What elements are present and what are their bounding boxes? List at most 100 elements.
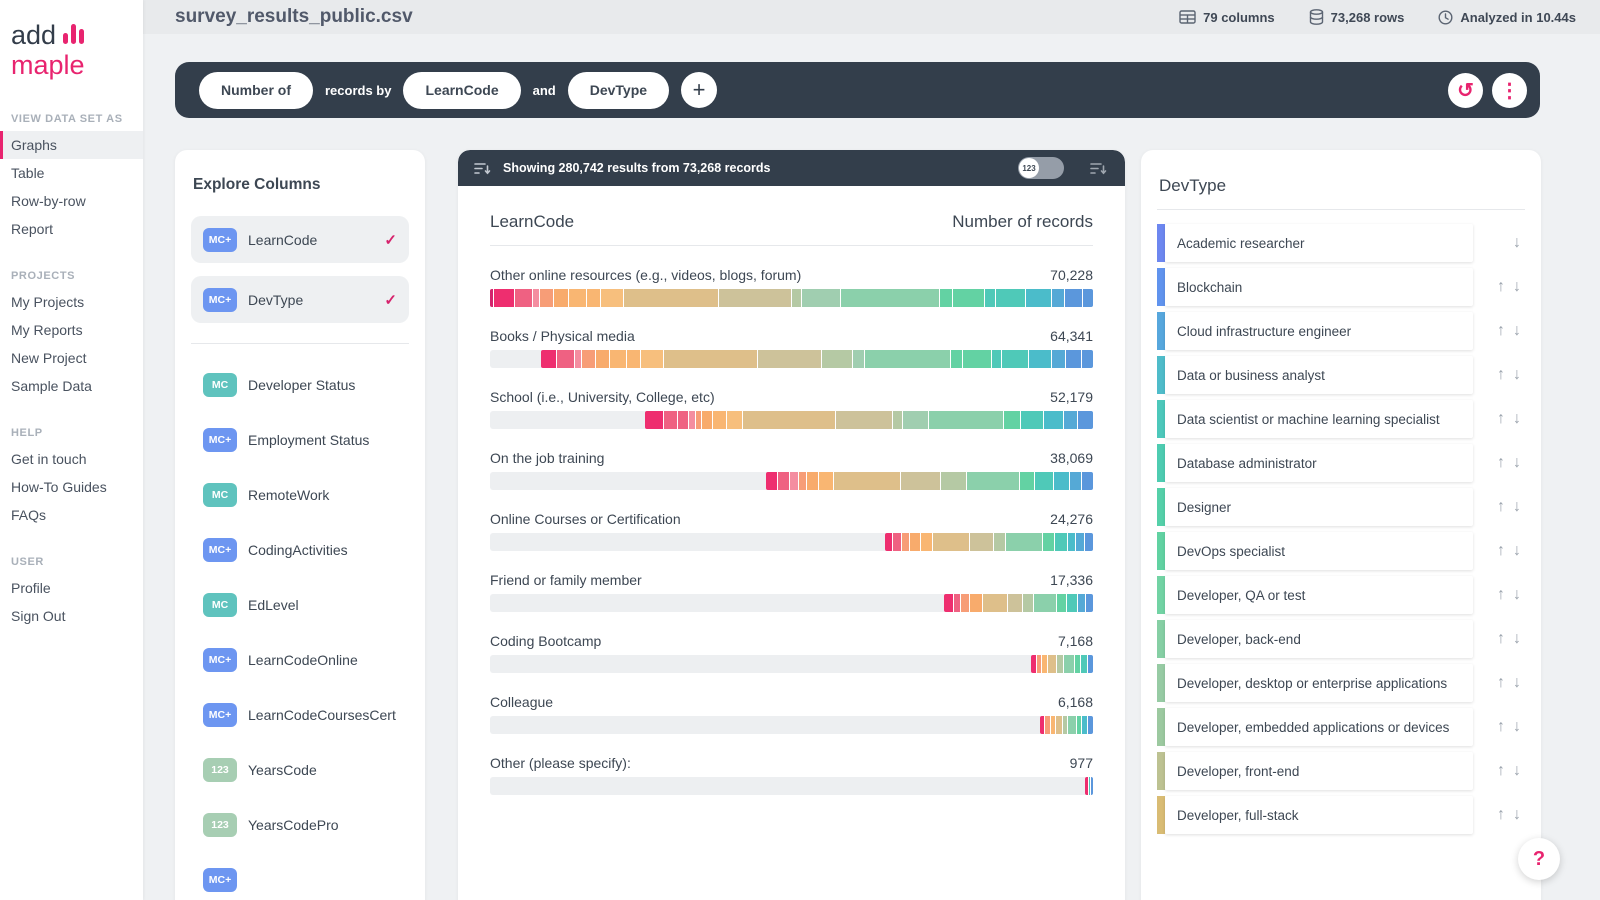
bar-segment[interactable] (799, 472, 806, 490)
move-down-icon[interactable]: ↓ (1513, 806, 1521, 824)
devtype-label-card[interactable]: Developer, embedded applications or devi… (1165, 708, 1473, 746)
bar-segment[interactable] (1006, 533, 1042, 551)
move-down-icon[interactable]: ↓ (1513, 322, 1521, 340)
bar-segment[interactable] (970, 533, 993, 551)
bar-segment[interactable] (1081, 655, 1087, 673)
bar-segment[interactable] (1044, 411, 1063, 429)
bar-segment[interactable] (494, 289, 514, 307)
move-up-icon[interactable]: ↑ (1497, 322, 1505, 340)
bar-segment[interactable] (963, 350, 991, 368)
move-up-icon[interactable]: ↑ (1497, 630, 1505, 648)
bar-segment[interactable] (743, 411, 835, 429)
move-down-icon[interactable]: ↓ (1513, 718, 1521, 736)
bar-segment[interactable] (1004, 411, 1021, 429)
bar-segment[interactable] (941, 472, 966, 490)
move-down-icon[interactable]: ↓ (1513, 586, 1521, 604)
bar-segment[interactable] (533, 289, 538, 307)
bar-segment[interactable] (1008, 594, 1022, 612)
bar-segment[interactable] (903, 411, 928, 429)
bar-segment[interactable] (921, 533, 931, 551)
sidebar-item-how-to-guides[interactable]: How-To Guides (0, 473, 143, 501)
bar-segment[interactable] (624, 289, 717, 307)
sidebar-item-graphs[interactable]: Graphs (0, 131, 143, 159)
bar-segment[interactable] (1068, 533, 1076, 551)
bar-segment[interactable] (1063, 716, 1067, 734)
bar-segment[interactable] (1065, 289, 1082, 307)
bar-segment[interactable] (766, 472, 777, 490)
bar-segment[interactable] (575, 350, 580, 368)
explore-item-codingactivities[interactable]: MC+CodingActivities (191, 536, 409, 564)
explore-item-learncodecoursescert[interactable]: MC+LearnCodeCoursesCert (191, 701, 409, 729)
explore-item-developer-status[interactable]: MCDeveloper Status (191, 371, 409, 399)
bar-segment[interactable] (1037, 655, 1041, 673)
explore-item-edlevel[interactable]: MCEdLevel (191, 591, 409, 619)
bar-segment[interactable] (865, 350, 950, 368)
bar-segment[interactable] (901, 472, 940, 490)
bar-segment[interactable] (582, 350, 595, 368)
sidebar-item-my-reports[interactable]: My Reports (0, 316, 143, 344)
bar-segment[interactable] (1023, 594, 1033, 612)
move-up-icon[interactable]: ↑ (1497, 278, 1505, 296)
move-down-icon[interactable]: ↓ (1513, 278, 1521, 296)
bar-segment[interactable] (1057, 594, 1066, 612)
bar-segment[interactable] (664, 350, 757, 368)
sidebar-item-my-projects[interactable]: My Projects (0, 288, 143, 316)
bar-segment[interactable] (807, 472, 818, 490)
add-column-button[interactable]: + (681, 72, 717, 108)
bar-segment[interactable] (1040, 716, 1044, 734)
numeric-display-toggle[interactable]: 123 (1018, 157, 1064, 179)
bar-segment[interactable] (1091, 777, 1093, 795)
bar-segment[interactable] (1083, 289, 1093, 307)
explore-item-yearscode[interactable]: 123YearsCode (191, 756, 409, 784)
bar-segment[interactable] (1035, 472, 1053, 490)
bar-segment[interactable] (1029, 350, 1051, 368)
bar-segment[interactable] (641, 350, 663, 368)
bar-segment[interactable] (1076, 533, 1084, 551)
move-down-icon[interactable]: ↓ (1513, 234, 1521, 252)
explore-selected-devtype[interactable]: MC+DevType✓ (191, 276, 409, 323)
bar-segment[interactable] (961, 594, 970, 612)
query-pill-learncode[interactable]: LearnCode (403, 72, 520, 109)
explore-item-partial[interactable]: MC+ (191, 866, 409, 894)
explore-item-yearscodepro[interactable]: 123YearsCodePro (191, 811, 409, 839)
move-down-icon[interactable]: ↓ (1513, 630, 1521, 648)
bar-segment[interactable] (678, 411, 688, 429)
devtype-label-card[interactable]: Developer, back-end (1165, 620, 1473, 658)
bar-segment[interactable] (970, 594, 981, 612)
bar-segment[interactable] (929, 411, 1003, 429)
bar-segment[interactable] (1088, 655, 1093, 673)
bar-segment[interactable] (719, 289, 791, 307)
explore-selected-learncode[interactable]: MC+LearnCode✓ (191, 216, 409, 263)
bar-segment[interactable] (819, 472, 833, 490)
bar-segment[interactable] (836, 411, 892, 429)
bar-segment[interactable] (1066, 350, 1081, 368)
bar-segment[interactable] (1082, 472, 1093, 490)
devtype-label-card[interactable]: Blockchain (1165, 268, 1473, 306)
bar-segment[interactable] (1021, 411, 1043, 429)
bar-segment[interactable] (1002, 350, 1028, 368)
bar-segment[interactable] (1026, 289, 1051, 307)
undo-icon[interactable]: ↺ (1448, 73, 1483, 108)
sort-desc-icon[interactable] (474, 162, 491, 175)
bar-segment[interactable] (1064, 655, 1074, 673)
bar-segment[interactable] (996, 289, 1025, 307)
move-up-icon[interactable]: ↑ (1497, 410, 1505, 428)
devtype-label-card[interactable]: Database administrator (1165, 444, 1473, 482)
move-up-icon[interactable]: ↑ (1497, 498, 1505, 516)
bar-segment[interactable] (1068, 716, 1076, 734)
bar-segment[interactable] (1085, 777, 1088, 795)
bar-segment[interactable] (893, 533, 901, 551)
bar-segment[interactable] (951, 350, 962, 368)
sidebar-item-sample-data[interactable]: Sample Data (0, 372, 143, 400)
bar-segment[interactable] (953, 289, 984, 307)
move-up-icon[interactable]: ↑ (1497, 762, 1505, 780)
move-up-icon[interactable]: ↑ (1497, 542, 1505, 560)
move-up-icon[interactable]: ↑ (1497, 586, 1505, 604)
explore-item-remotework[interactable]: MCRemoteWork (191, 481, 409, 509)
devtype-label-card[interactable]: Developer, QA or test (1165, 576, 1473, 614)
bar-segment[interactable] (910, 533, 920, 551)
bar-segment[interactable] (541, 350, 556, 368)
devtype-label-card[interactable]: Developer, front-end (1165, 752, 1473, 790)
bar-segment[interactable] (853, 350, 864, 368)
sidebar-item-table[interactable]: Table (0, 159, 143, 187)
